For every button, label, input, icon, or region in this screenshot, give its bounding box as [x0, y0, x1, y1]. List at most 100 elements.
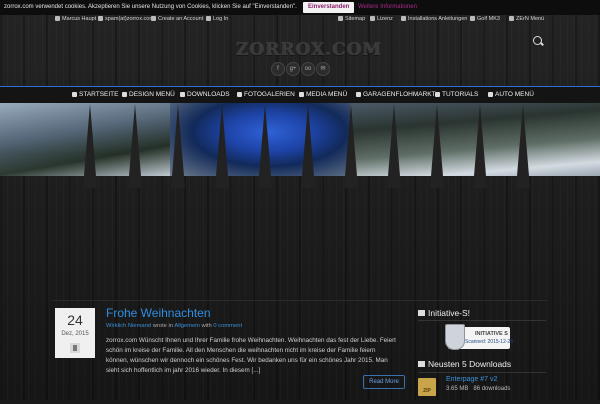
- download-size: 3.65 MB: [446, 386, 469, 392]
- login-text: Log In: [213, 16, 229, 22]
- license-link[interactable]: Lizenz: [370, 16, 393, 22]
- read-more-button[interactable]: Read More: [363, 375, 405, 389]
- cloud-icon: [180, 92, 185, 97]
- wrench-icon: [488, 92, 493, 97]
- slider-divider: [516, 104, 530, 188]
- sidebar-rule: [418, 372, 546, 373]
- gear-icon: [470, 16, 475, 21]
- post-date-box: 24 Dez, 2015: [55, 308, 95, 358]
- sitemap-link[interactable]: Sitemap: [338, 16, 365, 22]
- post-month: Dez, 2015: [61, 331, 89, 337]
- create-account-text: Create an Account: [158, 16, 204, 22]
- badge-scanned: Scanned: 2015-12-25: [465, 339, 514, 345]
- post-category-link[interactable]: Allgemein: [174, 323, 199, 329]
- site-logo[interactable]: ZORROX.COM: [236, 40, 381, 60]
- nav-item-auto[interactable]: AUTO MENÜ: [488, 91, 534, 98]
- post-author-link[interactable]: Wirklich Niemand: [106, 323, 151, 329]
- cookie-message: zorrox.com verwendet cookies. Akzeptiere…: [4, 4, 297, 10]
- shield-icon: [445, 324, 465, 350]
- nav-label: STARTSEITE: [79, 91, 119, 98]
- badge-title: INITIATIVE S: [475, 331, 508, 337]
- login-icon: [206, 16, 211, 21]
- slider-divider: [83, 104, 97, 188]
- mail-icon[interactable]: ✉: [316, 62, 330, 76]
- nav-item-tutorials[interactable]: TUTORIALS: [435, 91, 478, 98]
- doc-icon: [151, 16, 156, 21]
- sidebar-rule: [418, 320, 546, 321]
- google-plus-icon[interactable]: g+: [286, 62, 300, 76]
- login-link[interactable]: Log In: [206, 16, 228, 22]
- nav-label: AUTO MENÜ: [495, 91, 534, 98]
- initiative-s-badge[interactable]: INITIATIVE S Scanned: 2015-12-25: [445, 324, 514, 350]
- sidebar-heading-text: Initiative-S!: [428, 308, 471, 318]
- slider-divider: [215, 104, 229, 188]
- nav-item-media[interactable]: MEDIA MENÜ: [299, 91, 347, 98]
- nav-item-startseite[interactable]: STARTSEITE: [72, 91, 119, 98]
- nav-label: MEDIA MENÜ: [306, 91, 348, 98]
- nav-item-fotogalerien[interactable]: FOTOGALERIEN: [237, 91, 295, 98]
- license-text: Lizenz: [377, 16, 393, 22]
- email-text: spam(at)zorrox.com: [105, 16, 154, 22]
- list-icon: [122, 92, 127, 97]
- document-icon: [70, 343, 80, 353]
- slider-divider: [258, 104, 272, 188]
- download-icon: [418, 361, 425, 367]
- download-meta: 3.65 MB 86 downloads: [446, 386, 510, 392]
- zern-link[interactable]: ZErN Menü: [509, 16, 544, 22]
- monitor-icon: [299, 92, 304, 97]
- post-meta-text: with: [201, 323, 212, 329]
- golf-link[interactable]: Golf MK3: [470, 16, 500, 22]
- facebook-icon[interactable]: f: [271, 62, 285, 76]
- sitemap-text: Sitemap: [345, 16, 366, 22]
- flickr-icon[interactable]: oo: [301, 62, 315, 76]
- post-day: 24: [67, 312, 83, 328]
- zip-file-icon: ZIP: [418, 378, 436, 396]
- content-divider: [52, 300, 547, 301]
- post-excerpt: zorrox.com Wünscht Ihnen und Ihrer Famil…: [106, 337, 396, 374]
- cookie-banner: zorrox.com verwendet cookies. Akzeptiere…: [0, 0, 600, 15]
- download-count: 86 downloads: [473, 386, 511, 392]
- nav-label: DOWNLOADS: [187, 91, 230, 98]
- nav-label: DESIGN MENÜ: [129, 91, 175, 98]
- license-icon: [370, 16, 375, 21]
- post-comments-link[interactable]: 0 comment: [213, 323, 242, 329]
- nav-label: TUTORIALS: [442, 91, 479, 98]
- sitemap-icon: [338, 16, 343, 21]
- car-icon: [356, 92, 361, 97]
- install-text: Installations Anleitungen: [408, 16, 468, 22]
- golf-text: Golf MK3: [477, 16, 500, 22]
- cookie-more-link[interactable]: Weitere Informationen: [358, 4, 417, 10]
- nav-item-design[interactable]: DESIGN MENÜ: [122, 91, 175, 98]
- cookie-accept-button[interactable]: Einverstanden: [303, 2, 355, 13]
- top-bar: Marcus Haupt spam(at)zorrox.com Create a…: [0, 15, 600, 25]
- slider-divider: [171, 104, 185, 188]
- user-name: Marcus Haupt: [62, 16, 97, 22]
- nav-item-garage[interactable]: GARAGENFLOHMARKT: [356, 91, 436, 98]
- camera-icon: [237, 92, 242, 97]
- slider-divider: [301, 104, 315, 188]
- menu-icon: [509, 16, 514, 21]
- slider-divider: [473, 104, 487, 188]
- gear-icon: [401, 16, 406, 21]
- slider-divider: [387, 104, 401, 188]
- book-icon: [435, 92, 440, 97]
- post-meta: Wirklich Niemand wrote in Allgemein with…: [106, 323, 242, 329]
- mail-icon: [98, 16, 103, 21]
- zern-text: ZErN Menü: [516, 16, 545, 22]
- user-link[interactable]: Marcus Haupt: [55, 16, 96, 22]
- post-title[interactable]: Frohe Weihnachten: [106, 306, 211, 320]
- slider-divider: [128, 104, 142, 188]
- main-nav: STARTSEITE DESIGN MENÜ DOWNLOADS FOTOGAL…: [0, 86, 600, 103]
- search-icon[interactable]: [533, 36, 542, 45]
- install-link[interactable]: Installations Anleitungen: [401, 16, 467, 22]
- slider-divider: [430, 104, 444, 188]
- nav-label: GARAGENFLOHMARKT: [363, 91, 436, 98]
- home-icon: [72, 92, 77, 97]
- nav-label: FOTOGALERIEN: [244, 91, 295, 98]
- download-name-link[interactable]: Enterpage #7 v2: [446, 376, 497, 383]
- create-account-link[interactable]: Create an Account: [151, 16, 203, 22]
- user-icon: [55, 16, 60, 21]
- nav-item-downloads[interactable]: DOWNLOADS: [180, 91, 230, 98]
- slider-divider: [344, 104, 358, 188]
- email-link[interactable]: spam(at)zorrox.com: [98, 16, 154, 22]
